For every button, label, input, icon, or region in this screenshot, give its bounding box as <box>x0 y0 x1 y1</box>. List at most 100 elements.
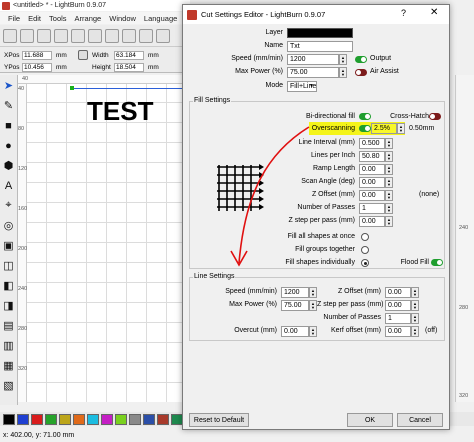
undo-button[interactable] <box>156 28 170 43</box>
line-interval-spinner[interactable]: ▲ ▼ <box>385 138 393 149</box>
ypos-input[interactable]: 10.456 <box>22 62 52 72</box>
offset-tool-icon[interactable]: ◎ <box>2 219 15 232</box>
ellipse-tool-icon[interactable]: ● <box>2 139 15 152</box>
overscanning-spinner[interactable]: ▲ ▼ <box>397 123 405 134</box>
ok-button[interactable]: OK <box>347 413 393 427</box>
color-swatch[interactable] <box>115 413 127 425</box>
distribute-icon[interactable]: ▥ <box>2 339 15 352</box>
overcut-spinner[interactable]: ▲ ▼ <box>309 326 317 337</box>
line-speed-input[interactable]: 1200 <box>281 287 309 298</box>
line-z-offset-input[interactable]: 0.00 <box>385 287 411 298</box>
color-swatch[interactable] <box>157 413 169 425</box>
line-z-step-spinner[interactable]: ▲ ▼ <box>411 300 419 311</box>
max-power-input[interactable]: 75.00 <box>287 67 339 78</box>
cancel-button[interactable]: Cancel <box>397 413 443 427</box>
menu-language[interactable]: Language <box>144 14 177 23</box>
speed-input[interactable]: 1200 <box>287 54 339 65</box>
edit-nodes-icon[interactable]: ✎ <box>2 99 15 112</box>
cross-hatch-toggle[interactable] <box>429 113 441 120</box>
cut-button[interactable] <box>88 28 102 43</box>
close-icon[interactable]: ✕ <box>430 7 438 18</box>
fill-groups-radio[interactable] <box>361 246 369 254</box>
color-swatch[interactable] <box>3 413 15 425</box>
line-interval-input[interactable]: 0.500 <box>359 138 385 149</box>
settings-tool-icon[interactable]: ▧ <box>2 379 15 392</box>
help-button[interactable]: ? <box>401 8 406 18</box>
max-power-spinner[interactable]: ▲ ▼ <box>339 67 347 78</box>
width-input[interactable]: 63.184 <box>114 50 144 60</box>
bidirectional-fill-toggle[interactable] <box>359 113 371 120</box>
color-swatch[interactable] <box>87 413 99 425</box>
paste-button[interactable] <box>122 28 136 43</box>
lock-icon[interactable] <box>78 50 88 60</box>
layer-color-swatch[interactable] <box>287 28 353 38</box>
air-assist-toggle[interactable] <box>355 69 367 76</box>
output-toggle[interactable] <box>355 56 367 63</box>
overscanning-input[interactable]: 2.5% <box>371 123 397 134</box>
copy-button[interactable] <box>105 28 119 43</box>
color-swatch[interactable] <box>17 413 29 425</box>
intersect-icon[interactable]: ◨ <box>2 299 15 312</box>
z-offset-spinner[interactable]: ▲ ▼ <box>385 190 393 201</box>
reset-to-default-button[interactable]: Reset to Default <box>189 413 249 427</box>
delete-button[interactable] <box>139 28 153 43</box>
overscanning-toggle[interactable] <box>359 125 371 132</box>
color-swatch[interactable] <box>73 413 85 425</box>
color-swatch[interactable] <box>129 413 141 425</box>
mode-select[interactable]: Fill+Line ▼ <box>287 81 317 92</box>
line-z-step-input[interactable]: 0.00 <box>385 300 411 311</box>
scan-angle-input[interactable]: 0.00 <box>359 177 385 188</box>
color-swatch[interactable] <box>59 413 71 425</box>
export-button[interactable] <box>71 28 85 43</box>
line-passes-spinner[interactable]: ▲ ▼ <box>411 313 419 324</box>
canvas-text-object[interactable]: TEST <box>87 96 153 127</box>
speed-spinner[interactable]: ▲ ▼ <box>339 54 347 65</box>
color-swatch[interactable] <box>45 413 57 425</box>
polygon-tool-icon[interactable]: ⬢ <box>2 159 15 172</box>
flood-fill-toggle[interactable] <box>431 259 443 266</box>
xpos-input[interactable]: 11.688 <box>22 50 52 60</box>
lines-per-inch-spinner[interactable]: ▲ ▼ <box>385 151 393 162</box>
fill-individually-radio[interactable] <box>361 259 369 267</box>
color-swatch[interactable] <box>31 413 43 425</box>
position-laser-icon[interactable]: ⌖ <box>2 199 15 212</box>
z-offset-input[interactable]: 0.00 <box>359 190 385 201</box>
scan-angle-spinner[interactable]: ▲ ▼ <box>385 177 393 188</box>
menu-file[interactable]: File <box>8 14 20 23</box>
rectangle-tool-icon[interactable]: ■ <box>2 119 15 132</box>
menu-edit[interactable]: Edit <box>28 14 41 23</box>
design-canvas[interactable]: TEST <box>27 84 194 402</box>
subtract-icon[interactable]: ◧ <box>2 279 15 292</box>
menu-window[interactable]: Window <box>109 14 136 23</box>
union-icon[interactable]: ◫ <box>2 259 15 272</box>
fill-all-radio[interactable] <box>361 233 369 241</box>
menu-arrange[interactable]: Arrange <box>75 14 102 23</box>
line-max-power-spinner[interactable]: ▲ ▼ <box>309 300 317 311</box>
kerf-offset-spinner[interactable]: ▲ ▼ <box>411 326 419 337</box>
kerf-offset-input[interactable]: 0.00 <box>385 326 411 337</box>
lines-per-inch-input[interactable]: 50.80 <box>359 151 385 162</box>
select-arrow-icon[interactable]: ➤ <box>2 79 15 92</box>
name-input[interactable]: Txt <box>287 41 353 52</box>
height-input[interactable]: 18.504 <box>114 62 144 72</box>
overcut-input[interactable]: 0.00 <box>281 326 309 337</box>
align-icon[interactable]: ▤ <box>2 319 15 332</box>
text-tool-icon[interactable]: A <box>2 179 15 192</box>
weld-icon[interactable]: ▣ <box>2 239 15 252</box>
line-z-offset-spinner[interactable]: ▲ ▼ <box>411 287 419 298</box>
new-file-button[interactable] <box>3 28 17 43</box>
menu-tools[interactable]: Tools <box>49 14 67 23</box>
line-max-power-input[interactable]: 75.00 <box>281 300 309 311</box>
color-swatch[interactable] <box>143 413 155 425</box>
import-button[interactable] <box>54 28 68 43</box>
line-speed-spinner[interactable]: ▲ ▼ <box>309 287 317 298</box>
ramp-length-spinner[interactable]: ▲ ▼ <box>385 164 393 175</box>
line-passes-input[interactable]: 1 <box>385 313 411 324</box>
open-file-button[interactable] <box>20 28 34 43</box>
save-file-button[interactable] <box>37 28 51 43</box>
number-of-passes-input[interactable]: 1 <box>359 203 385 214</box>
z-step-spinner[interactable]: ▲ ▼ <box>385 216 393 227</box>
measure-icon[interactable]: ▦ <box>2 359 15 372</box>
ramp-length-input[interactable]: 0.00 <box>359 164 385 175</box>
z-step-input[interactable]: 0.00 <box>359 216 385 227</box>
